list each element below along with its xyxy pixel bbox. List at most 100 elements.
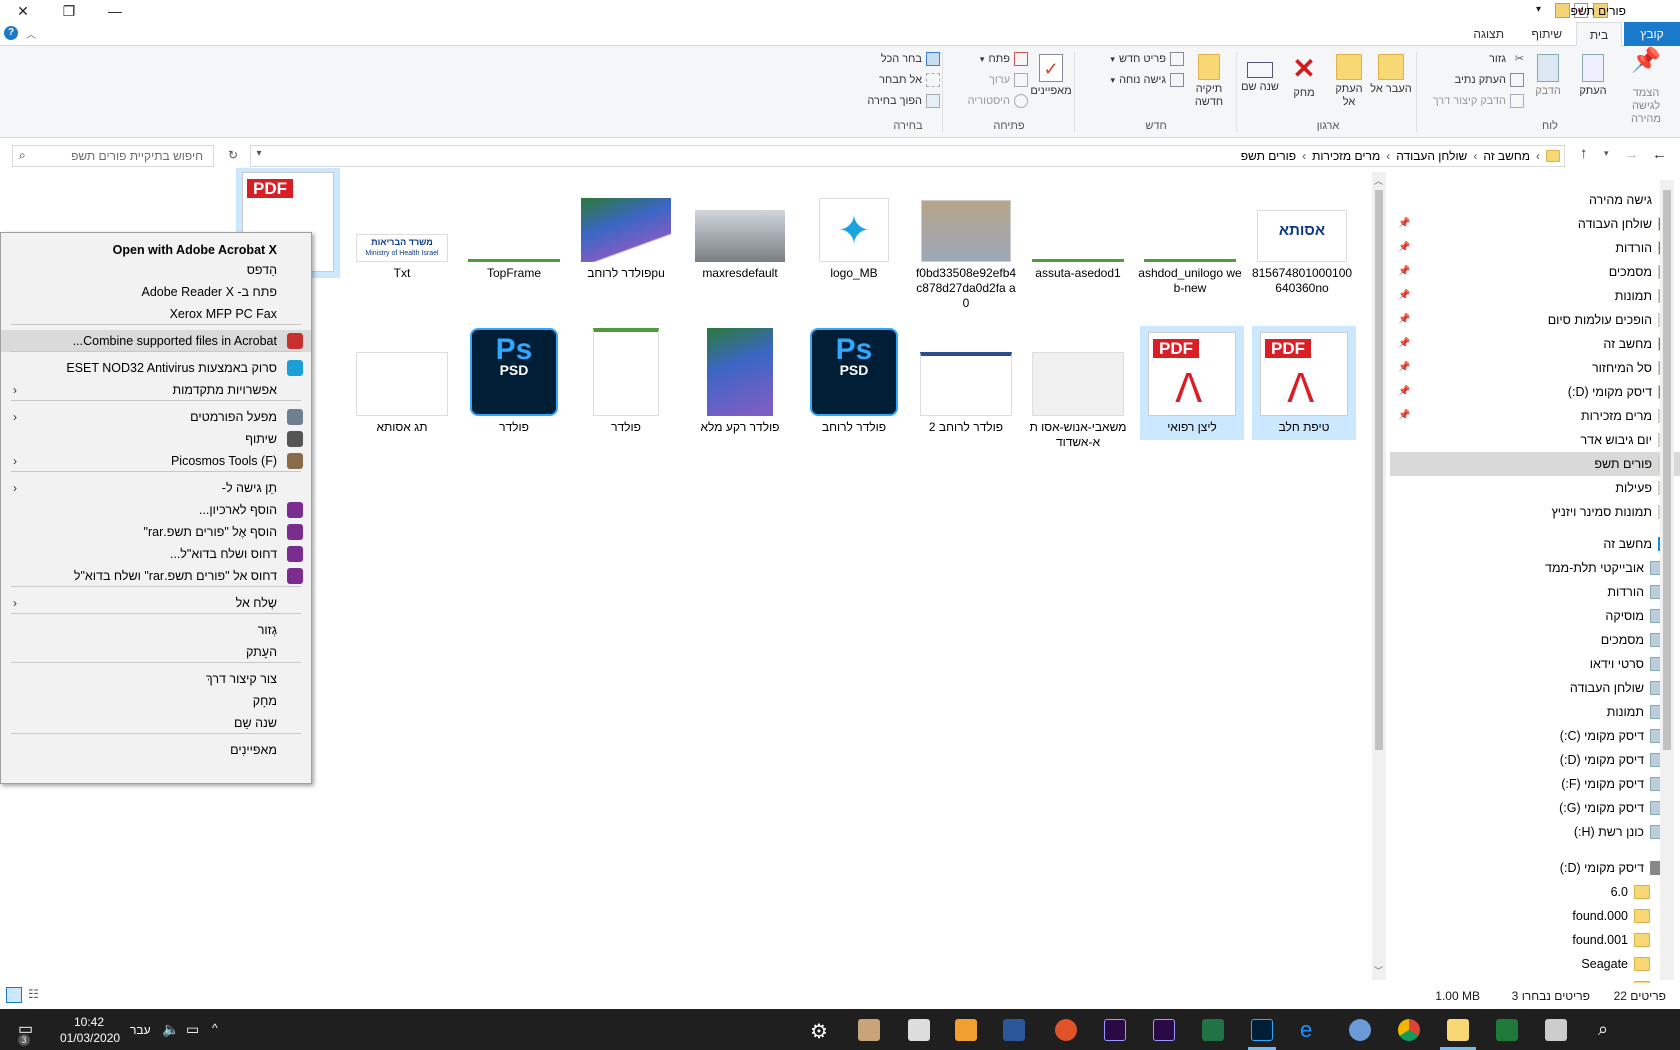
- nav-pc-item[interactable]: הורדות: [1390, 580, 1680, 604]
- copy-to-button[interactable]: העתק אל: [1328, 54, 1370, 109]
- pin-quick-access-button[interactable]: 📌 הצמד לגישה מהירה: [1620, 49, 1672, 126]
- nav-pc-item[interactable]: דיסק מקומי (D:): [1390, 748, 1680, 772]
- file-item[interactable]: תג אסותא: [350, 326, 454, 435]
- invert-selection-button[interactable]: הפוך בחירה: [860, 94, 940, 108]
- new-folder-button[interactable]: תיקיה חדשה: [1186, 54, 1232, 109]
- file-item[interactable]: פולדר לרוחב 2: [914, 326, 1018, 435]
- file-item[interactable]: maxresdefault: [688, 198, 792, 281]
- nav-pc-item[interactable]: מוסיקה: [1390, 604, 1680, 628]
- clock-date[interactable]: 01/03/2020: [60, 1031, 120, 1045]
- nav-item[interactable]: מסמכים 📌: [1390, 260, 1680, 284]
- nav-pc-item[interactable]: דיסק מקומי (F:): [1390, 772, 1680, 796]
- back-icon[interactable]: ←: [1652, 146, 1667, 163]
- volume-icon[interactable]: 🔈: [162, 1021, 179, 1038]
- tray-expand-icon[interactable]: ^: [212, 1021, 218, 1035]
- app-icon[interactable]: [1055, 1019, 1077, 1041]
- context-menu-item[interactable]: הוסף אֶל "פורים תשפ.rar": [1, 521, 311, 543]
- restore-icon[interactable]: ❐: [46, 0, 92, 22]
- context-menu-item[interactable]: מאפיינִים: [1, 739, 311, 761]
- nav-pc-item[interactable]: תמונות: [1390, 700, 1680, 724]
- tab-home[interactable]: בית: [1576, 22, 1622, 47]
- paste-button[interactable]: הדבק: [1528, 54, 1568, 98]
- nav-item[interactable]: דיסק מקומי (D:) 📌: [1390, 380, 1680, 404]
- photoshop-taskbar-icon[interactable]: [1251, 1019, 1273, 1041]
- file-item[interactable]: פולדר רקע מלא: [688, 326, 792, 435]
- nav-pc-item[interactable]: דיסק מקומי (G:): [1390, 796, 1680, 820]
- search-icon[interactable]: ⌕: [1598, 1019, 1620, 1041]
- minimize-icon[interactable]: —: [92, 0, 138, 22]
- premiere-icon[interactable]: [1153, 1019, 1175, 1041]
- context-menu-item[interactable]: צור קיצור דרךְ: [1, 668, 311, 690]
- scroll-up-icon[interactable]: ︿: [1374, 174, 1383, 187]
- chrome-icon[interactable]: [1398, 1019, 1420, 1041]
- context-menu-item[interactable]: פתח ב- Adobe Reader X: [1, 281, 311, 303]
- nav-folder-item[interactable]: Seagate: [1390, 952, 1680, 976]
- file-item-selected[interactable]: PDF ᐱ ליצן רפואי: [1140, 326, 1244, 440]
- file-item[interactable]: ✦ logo_MB: [802, 198, 906, 281]
- collapse-ribbon-icon[interactable]: ︿: [26, 26, 36, 41]
- nav-item[interactable]: יום גיבוש אדר: [1390, 428, 1680, 452]
- nav-quick-access[interactable]: ★גישה מהירה: [1390, 188, 1680, 212]
- rename-button[interactable]: שנה שם: [1240, 54, 1280, 94]
- context-menu-item[interactable]: מחָק: [1, 690, 311, 712]
- open-button[interactable]: פתח ▾: [970, 52, 1028, 66]
- large-icons-view-icon[interactable]: ☷: [28, 987, 44, 1003]
- nav-pc-item[interactable]: כונן רשת (H:): [1390, 820, 1680, 844]
- context-menu-item[interactable]: הוסף לארכיון...: [1, 499, 311, 521]
- context-menu-item[interactable]: Xerox MFP PC Fax: [1, 303, 311, 325]
- nav-folder-item[interactable]: 6.0: [1390, 880, 1680, 904]
- context-menu-item[interactable]: סרוק באמצעות ESET NOD32 Antivirus: [1, 357, 311, 379]
- close-icon[interactable]: ✕: [0, 0, 46, 22]
- context-menu-item[interactable]: אפשרויות מתקדמות ‹: [1, 379, 311, 401]
- refresh-icon[interactable]: ↻: [228, 148, 238, 162]
- nav-item[interactable]: תמונות 📌: [1390, 284, 1680, 308]
- address-bar[interactable]: ▾ › מחשב זה › שולחן העבודה › מרים מזכירו…: [250, 145, 1565, 167]
- qat-folder-icon[interactable]: [1555, 3, 1570, 18]
- nav-item[interactable]: הורדות 📌: [1390, 236, 1680, 260]
- move-to-button[interactable]: העבר אל: [1370, 54, 1412, 96]
- word-icon[interactable]: [1003, 1019, 1025, 1041]
- nav-folder-item[interactable]: found.001: [1390, 928, 1680, 952]
- context-menu-item[interactable]: מפעל הפורמטים ‹: [1, 406, 311, 428]
- nav-item[interactable]: מרים מזכירות 📌: [1390, 404, 1680, 428]
- qat-dropdown-icon[interactable]: ▾: [1536, 4, 1541, 15]
- app-icon[interactable]: [1545, 1019, 1567, 1041]
- settings-icon[interactable]: ⚙: [810, 1019, 832, 1043]
- context-menu-item[interactable]: דחוס ושלח בדוא"ל...: [1, 543, 311, 565]
- nav-item[interactable]: פורים תשפ: [1390, 452, 1680, 476]
- file-explorer-icon[interactable]: [1447, 1019, 1469, 1041]
- tab-view[interactable]: תצוגה: [1461, 22, 1516, 46]
- recent-locations-icon[interactable]: ▾: [1604, 148, 1609, 159]
- file-item[interactable]: assuta-asedod1: [1026, 198, 1130, 281]
- tab-file[interactable]: קובץ: [1624, 22, 1680, 46]
- nav-scroll-thumb[interactable]: [1663, 190, 1671, 750]
- nav-item[interactable]: הופכים עולמות סיום 📌: [1390, 308, 1680, 332]
- scroll-thumb[interactable]: [1375, 190, 1383, 750]
- context-menu-item[interactable]: תֵן גישה ל- ‹: [1, 477, 311, 499]
- copy-button[interactable]: העתק: [1572, 54, 1614, 98]
- properties-button[interactable]: ✓ מאפיינים: [1030, 54, 1072, 98]
- context-menu-item[interactable]: Combine supported files in Acrobat...: [1, 330, 311, 352]
- file-item[interactable]: ashdod_unilogo web-new: [1138, 198, 1242, 296]
- nav-item[interactable]: מחשב זה 📌: [1390, 332, 1680, 356]
- breadcrumb-purim[interactable]: פורים תשפ: [1241, 149, 1296, 163]
- nav-folder-item[interactable]: found.000: [1390, 904, 1680, 928]
- language-indicator[interactable]: עבר: [130, 1023, 151, 1037]
- select-all-button[interactable]: בחר הכל: [860, 52, 940, 66]
- nav-pc-item[interactable]: מסמכים: [1390, 628, 1680, 652]
- context-menu-item[interactable]: שנה שֵם: [1, 712, 311, 734]
- breadcrumb-miriam[interactable]: מרים מזכירות: [1312, 149, 1380, 163]
- nav-scrollbar[interactable]: [1660, 180, 1674, 980]
- context-menu-item[interactable]: שיתוף: [1, 428, 311, 450]
- content-scrollbar[interactable]: ︿ ﹀: [1372, 172, 1386, 980]
- nav-item[interactable]: תמונות סמינר ויזניץ: [1390, 500, 1680, 524]
- nav-drive-d[interactable]: דיסק מקומי (D:): [1390, 856, 1680, 880]
- context-menu-item[interactable]: Picosmos Tools (F) ‹: [1, 450, 311, 472]
- delete-button[interactable]: ✕ מחק: [1284, 54, 1324, 100]
- nav-item[interactable]: שולחן העבודה 📌: [1390, 212, 1680, 236]
- file-item[interactable]: Ps PSD פולדר: [462, 326, 566, 435]
- after-effects-icon[interactable]: [1104, 1019, 1126, 1041]
- file-item[interactable]: TopFrame: [462, 198, 566, 281]
- context-menu-item[interactable]: דחוס אל "פורים תשפ.rar" ושלח בדוא"ל: [1, 565, 311, 587]
- search-input-placeholder[interactable]: חיפוש בתיקיית פורים תשפ: [71, 149, 203, 163]
